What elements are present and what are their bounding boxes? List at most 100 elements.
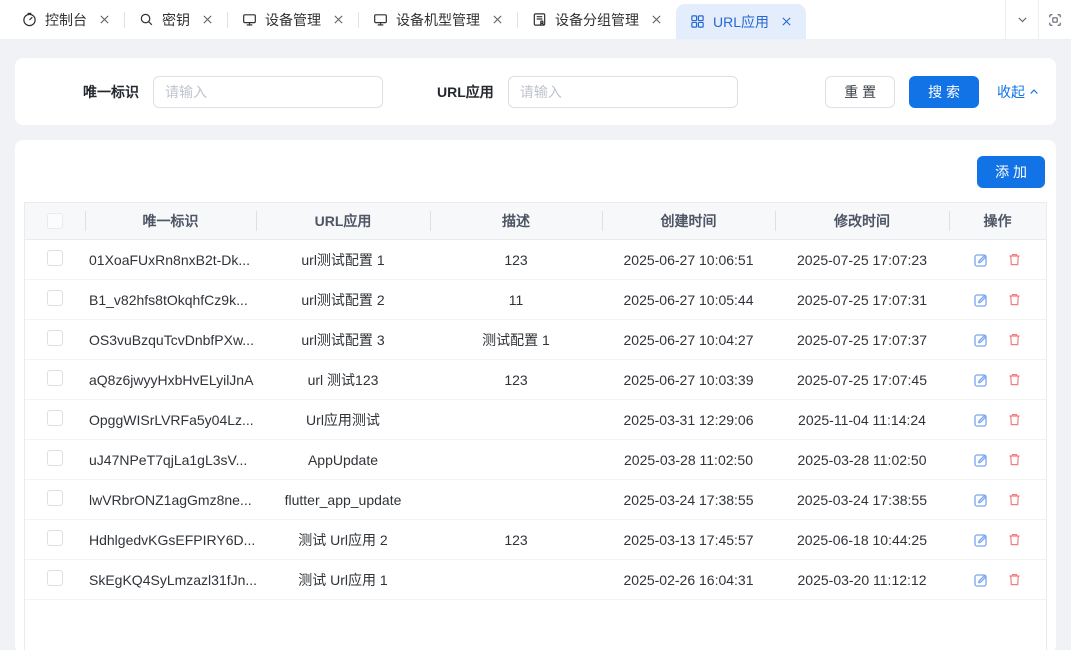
- close-icon[interactable]: [202, 14, 213, 25]
- row-checkbox[interactable]: [47, 410, 63, 426]
- edit-icon[interactable]: [973, 252, 989, 268]
- edit-icon[interactable]: [973, 532, 989, 548]
- unique-id-field-group: 唯一标识: [67, 76, 383, 108]
- edit-icon[interactable]: [973, 332, 989, 348]
- url-app-cell: flutter_app_update: [256, 492, 430, 508]
- table-row: lwVRbrONZ1agGmz8ne...flutter_app_update2…: [25, 480, 1046, 520]
- unique-id-cell: lwVRbrONZ1agGmz8ne...: [85, 492, 256, 508]
- description-cell: 123: [430, 532, 602, 548]
- unique-id-cell: OS3vuBzquTcvDnbfPXw...: [85, 332, 256, 348]
- tab-device-management[interactable]: 设备管理: [228, 0, 358, 39]
- row-checkbox[interactable]: [47, 490, 63, 506]
- modified-time-cell: 2025-07-25 17:07:31: [775, 292, 949, 308]
- tab-keys[interactable]: 密钥: [125, 0, 227, 39]
- reset-button[interactable]: 重 置: [825, 76, 895, 108]
- edit-icon[interactable]: [973, 292, 989, 308]
- delete-icon[interactable]: [1007, 452, 1022, 467]
- created-time-cell: 2025-06-27 10:05:44: [602, 292, 775, 308]
- row-select-cell: [25, 410, 85, 429]
- modified-time-cell: 2025-03-28 11:02:50: [775, 452, 949, 468]
- actions-cell: [949, 492, 1046, 508]
- modified-time-cell: 2025-07-25 17:07:23: [775, 252, 949, 268]
- delete-icon[interactable]: [1007, 532, 1022, 547]
- modified-time-cell: 2025-06-18 10:44:25: [775, 532, 949, 548]
- edit-icon[interactable]: [973, 412, 989, 428]
- column-header-created: 创建时间: [602, 203, 775, 239]
- row-checkbox[interactable]: [47, 370, 63, 386]
- tab-url-app[interactable]: URL应用: [676, 4, 806, 39]
- url-app-cell: url测试配置 1: [256, 250, 430, 270]
- edit-icon[interactable]: [973, 572, 989, 588]
- close-icon[interactable]: [781, 16, 792, 27]
- delete-icon[interactable]: [1007, 412, 1022, 427]
- page-content: 唯一标识 URL应用 重 置 搜 索 收起 添 加 唯一标识: [0, 40, 1071, 650]
- delete-icon[interactable]: [1007, 252, 1022, 267]
- table-row: SkEgKQ4SyLmzazl31fJn...测试 Url应用 12025-02…: [25, 560, 1046, 600]
- delete-icon[interactable]: [1007, 332, 1022, 347]
- tab-console[interactable]: 控制台: [8, 0, 124, 39]
- row-checkbox[interactable]: [47, 250, 63, 266]
- table-panel: 添 加 唯一标识 URL应用 描述 创建时间 修改时间 操作 01XoaFUxR…: [15, 140, 1056, 650]
- edit-icon[interactable]: [973, 492, 989, 508]
- actions-cell: [949, 332, 1046, 348]
- table-toolbar: 添 加: [24, 156, 1047, 188]
- close-icon[interactable]: [99, 14, 110, 25]
- actions-cell: [949, 532, 1046, 548]
- collapse-label: 收起: [997, 82, 1025, 102]
- created-time-cell: 2025-06-27 10:06:51: [602, 252, 775, 268]
- description-cell: 11: [430, 292, 602, 308]
- fullscreen-button[interactable]: [1038, 0, 1071, 39]
- add-button[interactable]: 添 加: [977, 156, 1045, 188]
- url-app-cell: 测试 Url应用 2: [256, 530, 430, 550]
- dashboard-icon: [22, 12, 37, 27]
- edit-icon[interactable]: [973, 452, 989, 468]
- delete-icon[interactable]: [1007, 492, 1022, 507]
- modified-time-cell: 2025-07-25 17:07:37: [775, 332, 949, 348]
- url-app-input[interactable]: [508, 76, 738, 108]
- table-row: OS3vuBzquTcvDnbfPXw...url测试配置 3测试配置 1202…: [25, 320, 1046, 360]
- column-header-unique-id: 唯一标识: [85, 203, 256, 239]
- tab-label: URL应用: [713, 12, 769, 32]
- unique-id-cell: OpggWISrLVRFa5y04Lz...: [85, 412, 256, 428]
- delete-icon[interactable]: [1007, 292, 1022, 307]
- column-header-description: 描述: [430, 203, 602, 239]
- tab-device-model-management[interactable]: 设备机型管理: [359, 0, 517, 39]
- modified-time-cell: 2025-11-04 11:14:24: [775, 412, 949, 428]
- row-checkbox[interactable]: [47, 530, 63, 546]
- actions-cell: [949, 292, 1046, 308]
- url-app-cell: url测试配置 2: [256, 290, 430, 310]
- unique-id-input[interactable]: [153, 76, 383, 108]
- table-row: aQ8z6jwyyHxbHvELyilJnAurl 测试1231232025-0…: [25, 360, 1046, 400]
- unique-id-cell: aQ8z6jwyyHxbHvELyilJnA: [85, 372, 256, 388]
- row-select-cell: [25, 490, 85, 509]
- row-select-cell: [25, 290, 85, 309]
- created-time-cell: 2025-06-27 10:03:39: [602, 372, 775, 388]
- close-icon[interactable]: [492, 14, 503, 25]
- tab-label: 控制台: [45, 10, 87, 30]
- close-icon[interactable]: [333, 14, 344, 25]
- row-checkbox[interactable]: [47, 330, 63, 346]
- edit-icon[interactable]: [973, 372, 989, 388]
- delete-icon[interactable]: [1007, 572, 1022, 587]
- close-icon[interactable]: [651, 14, 662, 25]
- row-select-cell: [25, 570, 85, 589]
- row-checkbox[interactable]: [47, 450, 63, 466]
- column-header-modified: 修改时间: [775, 203, 949, 239]
- collapse-link[interactable]: 收起: [997, 82, 1040, 102]
- delete-icon[interactable]: [1007, 372, 1022, 387]
- row-checkbox[interactable]: [47, 290, 63, 306]
- tab-device-group-management[interactable]: 设备分组管理: [518, 0, 676, 39]
- unique-id-cell: uJ47NPeT7qjLa1gL3sV...: [85, 452, 256, 468]
- table-row: uJ47NPeT7qjLa1gL3sV...AppUpdate2025-03-2…: [25, 440, 1046, 480]
- search-button[interactable]: 搜 索: [909, 76, 979, 108]
- tab-bar-controls: [1005, 0, 1071, 39]
- search-panel: 唯一标识 URL应用 重 置 搜 索 收起: [15, 58, 1056, 125]
- created-time-cell: 2025-03-28 11:02:50: [602, 452, 775, 468]
- unique-id-cell: HdhlgedvKGsEFPIRY6D...: [85, 532, 256, 548]
- tab-label: 设备机型管理: [396, 10, 480, 30]
- tabs-dropdown-button[interactable]: [1005, 0, 1038, 39]
- magnifier-icon: [139, 12, 154, 27]
- select-all-checkbox[interactable]: [47, 213, 63, 229]
- column-header-actions: 操作: [949, 203, 1046, 239]
- row-checkbox[interactable]: [47, 570, 63, 586]
